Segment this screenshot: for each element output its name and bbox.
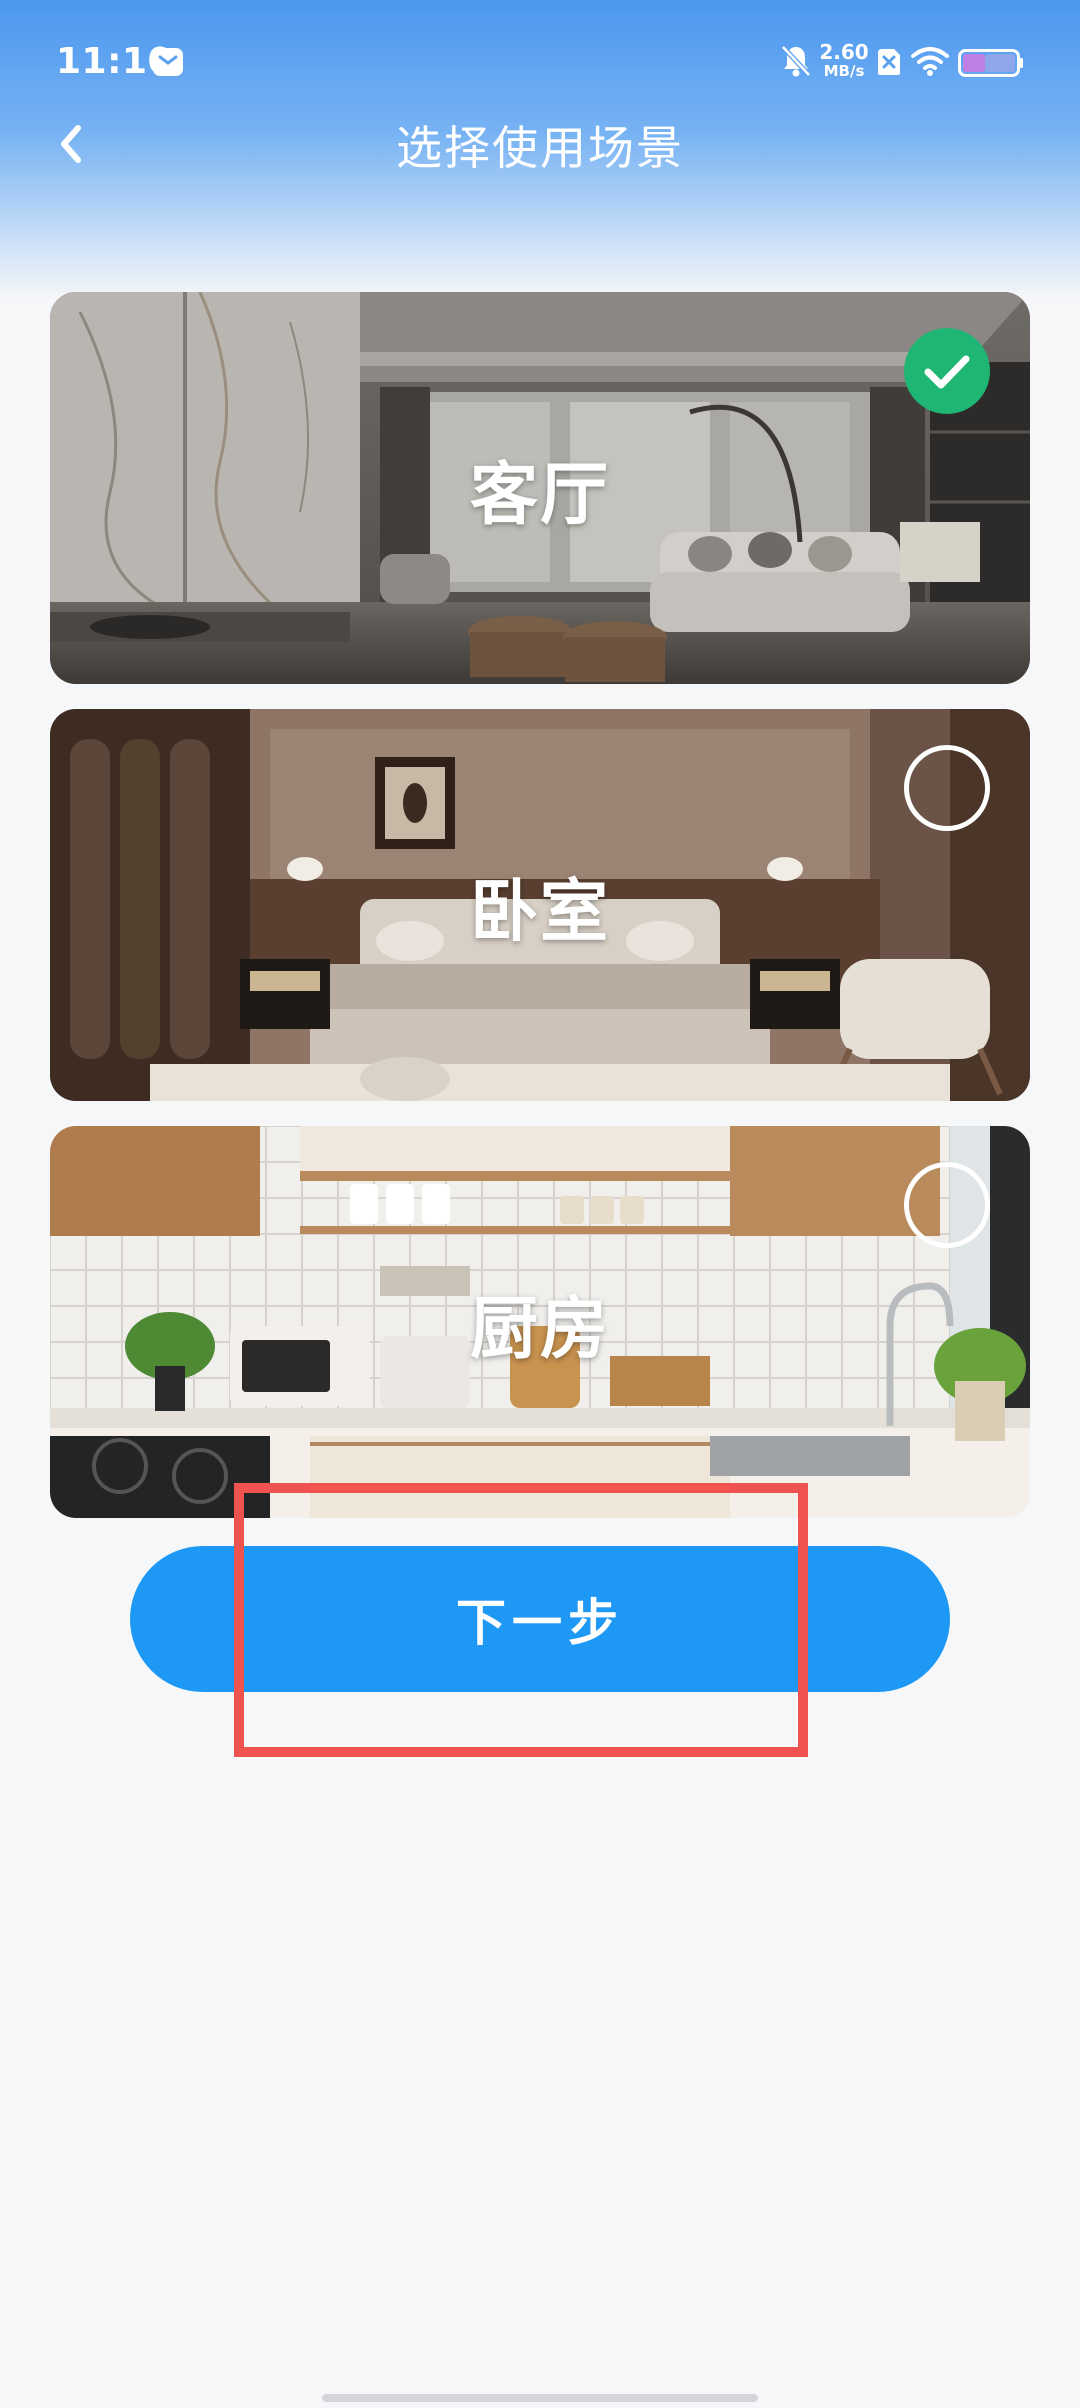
wifi-icon xyxy=(911,47,949,76)
living-room-image xyxy=(50,292,1030,684)
scene-unselected-indicator[interactable] xyxy=(904,1162,990,1248)
scene-card-bedroom[interactable]: 卧室 xyxy=(50,709,1030,1101)
network-speed-value: 2.60 xyxy=(819,40,869,64)
network-speed-unit: MB/s xyxy=(823,62,865,80)
sim-icon xyxy=(878,49,900,75)
battery-icon xyxy=(958,49,1023,77)
mail-icon xyxy=(153,48,183,76)
home-indicator[interactable] xyxy=(322,2394,758,2402)
scene-card-kitchen[interactable]: 厨房 xyxy=(50,1126,1030,1518)
scene-card-living-room[interactable]: 客厅 xyxy=(50,292,1030,684)
bell-muted-icon xyxy=(781,45,811,77)
back-button[interactable] xyxy=(40,112,104,176)
network-speed: 2.60 MB/s xyxy=(818,40,870,81)
checkmark-icon xyxy=(924,355,970,389)
status-bar: 11:10 2.60 MB/s xyxy=(0,0,1080,125)
next-step-button[interactable]: 下一步 xyxy=(130,1546,950,1692)
bedroom-image xyxy=(50,709,1030,1101)
kitchen-image xyxy=(50,1126,1030,1518)
scene-selected-indicator[interactable] xyxy=(904,328,990,414)
scene-unselected-indicator[interactable] xyxy=(904,745,990,831)
back-arrow-icon xyxy=(61,125,81,163)
